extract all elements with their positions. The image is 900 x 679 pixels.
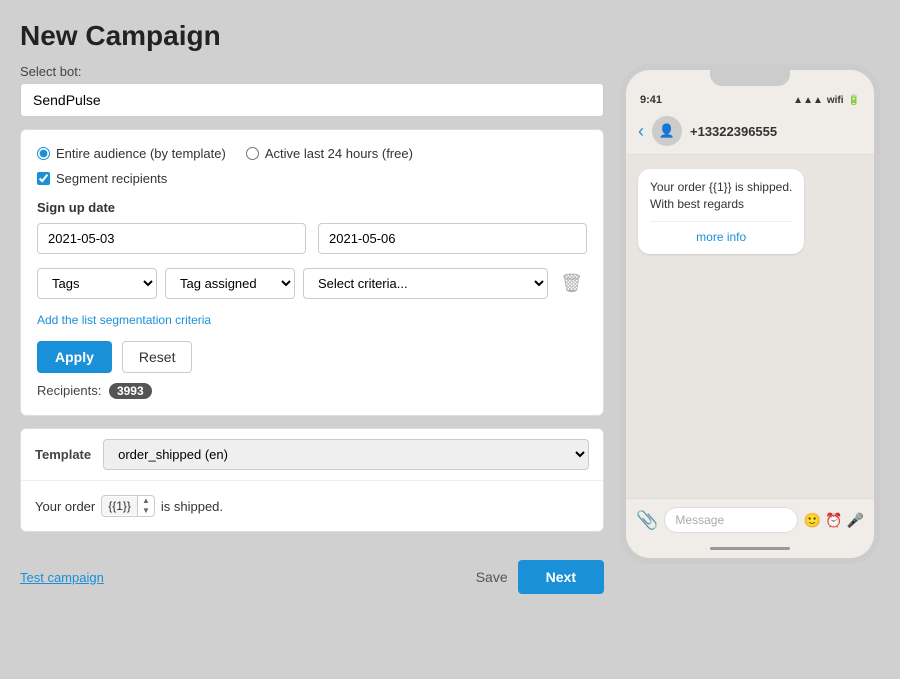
delete-filter-btn[interactable]: 🗑: [556, 271, 587, 296]
variable-widget[interactable]: {{1}} ▲ ▼: [101, 495, 155, 517]
apply-button[interactable]: Apply: [37, 341, 112, 373]
mic-icon[interactable]: 🎤: [847, 512, 864, 529]
criteria-select[interactable]: Select criteria...: [303, 268, 548, 299]
home-bar: [710, 547, 790, 550]
attach-icon[interactable]: 📎: [636, 510, 658, 531]
select-bot-label: Select bot:: [20, 64, 604, 79]
date-start-input[interactable]: [37, 223, 306, 254]
audience-option-1-label: Entire audience (by template): [56, 146, 226, 161]
recipients-badge: 3993: [109, 383, 152, 399]
message-text: Your order {{1}} is shipped. With best r…: [650, 179, 792, 213]
clock-icon[interactable]: ⏰: [825, 512, 842, 529]
variable-up-btn[interactable]: ▲: [138, 496, 154, 506]
audience-option-2[interactable]: Active last 24 hours (free): [246, 146, 413, 161]
date-end-input[interactable]: [318, 223, 587, 254]
template-prefix: Your order: [35, 499, 95, 514]
template-label: Template: [35, 447, 91, 462]
signup-date-label: Sign up date: [37, 200, 587, 215]
message-bubble: Your order {{1}} is shipped. With best r…: [638, 169, 804, 254]
segment-recipients-checkbox[interactable]: Segment recipients: [37, 171, 587, 186]
tags-select[interactable]: Tags: [37, 268, 157, 299]
tag-assigned-select[interactable]: Tag assigned: [165, 268, 295, 299]
recipients-label: Recipients:: [37, 383, 101, 398]
next-button[interactable]: Next: [518, 560, 604, 594]
phone-mockup: 9:41 ▲▲▲ wifi 🔋 ‹ 👤 +13322396555 Your or…: [620, 64, 880, 564]
template-suffix: is shipped.: [161, 499, 223, 514]
reset-button[interactable]: Reset: [122, 341, 193, 373]
contact-avatar: 👤: [652, 116, 682, 146]
audience-option-2-label: Active last 24 hours (free): [265, 146, 413, 161]
wifi-icon: wifi: [827, 95, 844, 106]
contact-name: +13322396555: [690, 124, 777, 139]
test-campaign-btn[interactable]: Test campaign: [20, 570, 104, 585]
sticker-icon[interactable]: 🙂: [804, 512, 821, 529]
save-button[interactable]: Save: [476, 569, 508, 585]
more-info-link[interactable]: more info: [650, 221, 792, 244]
segment-recipients-label: Segment recipients: [56, 171, 167, 186]
signal-icon: ▲▲▲: [793, 95, 823, 106]
template-select[interactable]: order_shipped (en): [103, 439, 589, 470]
bot-select[interactable]: SendPulse: [20, 83, 604, 117]
back-arrow-icon[interactable]: ‹: [638, 121, 644, 142]
audience-option-1[interactable]: Entire audience (by template): [37, 146, 226, 161]
message-input[interactable]: Message: [664, 507, 797, 533]
add-criteria-link[interactable]: Add the list segmentation criteria: [37, 313, 211, 327]
battery-icon: 🔋: [848, 95, 860, 106]
page-title: New Campaign: [20, 20, 880, 52]
variable-down-btn[interactable]: ▼: [138, 506, 154, 516]
phone-time: 9:41: [640, 94, 662, 106]
variable-value: {{1}}: [102, 497, 137, 515]
